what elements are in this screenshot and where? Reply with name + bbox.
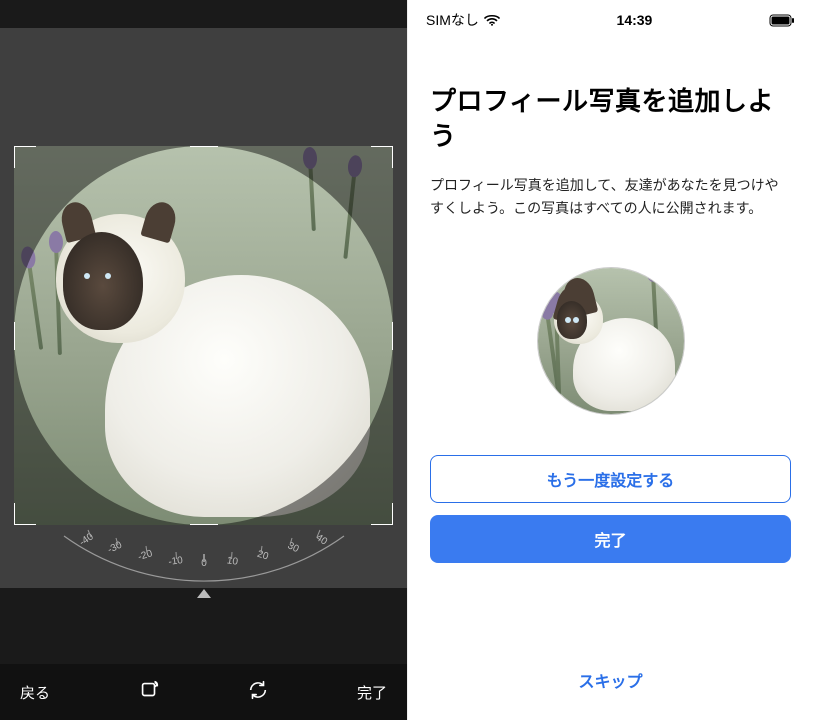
- profile-photo-screen: SIMなし 14:39 プロフィール写真を追加しよう プロフィール写真を追加して…: [407, 0, 813, 720]
- battery-icon: [769, 14, 795, 27]
- dial-tick: 30: [285, 540, 300, 555]
- clock-label: 14:39: [617, 12, 653, 28]
- confirm-label: 完了: [594, 527, 626, 551]
- dial-tick: 40: [313, 532, 329, 548]
- rotate-sync-button[interactable]: [247, 679, 269, 705]
- dial-tick: -40: [77, 531, 95, 548]
- crop-handle-top[interactable]: [190, 146, 218, 147]
- dial-tick: 20: [255, 549, 269, 563]
- dial-indicator-icon: [197, 589, 211, 598]
- crop-handle-bottom[interactable]: [190, 524, 218, 525]
- dial-tick: -20: [136, 548, 153, 563]
- crop-handle-right[interactable]: [392, 322, 393, 350]
- confirm-button[interactable]: 完了: [430, 515, 791, 563]
- crop-handle-tr[interactable]: [371, 146, 393, 168]
- page-subtitle: プロフィール写真を追加して、友達があなたを見つけやすくしよう。この写真はすべての…: [430, 174, 791, 219]
- crop-area[interactable]: [14, 146, 393, 525]
- done-label: 完了: [357, 682, 387, 703]
- dial-tick: -30: [105, 539, 123, 555]
- editor-toolbar: 戻る 完了: [0, 664, 407, 720]
- done-button[interactable]: 完了: [357, 682, 387, 703]
- carrier-label: SIMなし: [426, 10, 479, 30]
- wifi-icon: [484, 14, 500, 26]
- aspect-rotate-button[interactable]: [138, 679, 160, 705]
- rotate-sync-icon: [247, 679, 269, 705]
- crop-handle-bl[interactable]: [14, 503, 36, 525]
- skip-button[interactable]: スキップ: [408, 668, 813, 692]
- retry-button[interactable]: もう一度設定する: [430, 455, 791, 503]
- page-title: プロフィール写真を追加しよう: [430, 84, 791, 154]
- skip-label: スキップ: [578, 674, 642, 691]
- editor-stage: -40 -30 -20 -10 0 10 20 30 40: [0, 28, 407, 588]
- back-label: 戻る: [20, 682, 50, 703]
- status-bar: SIMなし 14:39: [408, 0, 813, 34]
- crop-handle-br[interactable]: [371, 503, 393, 525]
- dial-tick: 10: [226, 555, 239, 568]
- crop-handle-left[interactable]: [14, 322, 15, 350]
- crop-photo[interactable]: [14, 146, 393, 525]
- rotation-dial[interactable]: -40 -30 -20 -10 0 10 20 30 40: [44, 528, 364, 598]
- retry-label: もう一度設定する: [547, 467, 675, 491]
- crop-handle-tl[interactable]: [14, 146, 36, 168]
- back-button[interactable]: 戻る: [20, 682, 50, 703]
- avatar-preview: [537, 267, 685, 415]
- aspect-rotate-icon: [138, 679, 160, 705]
- photo-crop-editor: -40 -30 -20 -10 0 10 20 30 40: [0, 0, 407, 720]
